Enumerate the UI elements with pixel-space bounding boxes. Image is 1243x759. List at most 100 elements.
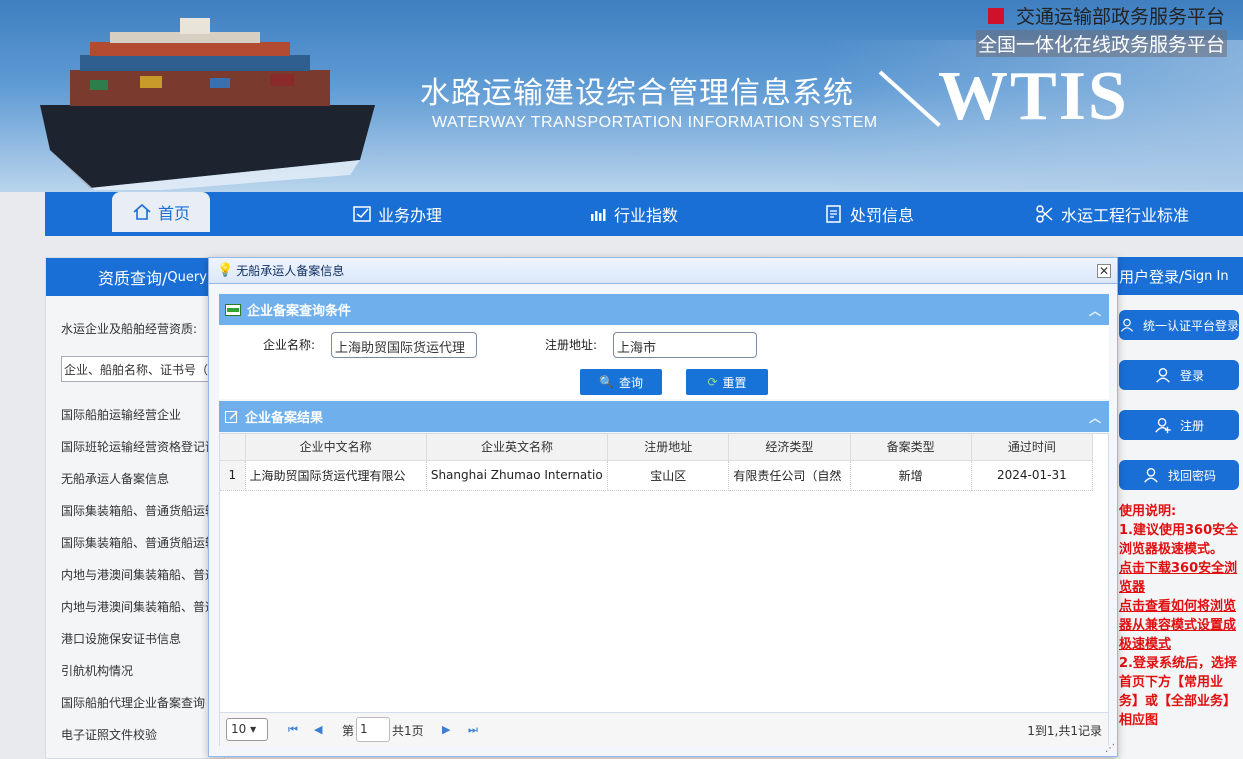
left-link-container-2[interactable]: 国际集装箱船、普通货船运输 — [61, 534, 217, 551]
company-cn-cell: 上海助贸国际货运代理有限公 — [245, 460, 427, 491]
nav-business-label: 业务办理 — [378, 206, 443, 225]
red-square-icon — [988, 7, 1004, 24]
left-link-ship-agency[interactable]: 国际船舶代理企业备案查询 — [61, 694, 205, 711]
approval-date-cell: 2024-01-31 — [971, 460, 1094, 491]
sign-in-panel: 用户登录/Sign In 统一认证平台登录 登录 注册 找回密码 使用说明: 1… — [1115, 257, 1243, 759]
edit-icon — [225, 410, 238, 423]
nav-standards-label: 水运工程行业标准 — [1061, 206, 1190, 225]
user-add-icon — [1155, 418, 1171, 434]
qualification-search-input[interactable]: 企业、船舶名称、证书号（ — [61, 356, 209, 382]
reset-button[interactable]: ⟳ 重置 — [686, 369, 768, 395]
register-label: 注册 — [1179, 418, 1204, 433]
collapse-icon[interactable]: ︿ — [1089, 302, 1101, 319]
nav-home[interactable]: 首页 — [112, 192, 211, 232]
result-grid-panel: 企业中文名称 企业英文名称 注册地址 经济类型 备案类型 通过时间 1 上海助贸… — [219, 433, 1109, 746]
prev-page-icon[interactable]: ◀ — [314, 723, 322, 736]
result-section-header: 企业备案结果 ︿ — [219, 401, 1109, 432]
document-icon — [826, 205, 841, 223]
column-header[interactable]: 通过时间 — [971, 434, 1094, 461]
last-page-icon[interactable]: ⏭ — [468, 723, 478, 737]
address-label: 注册地址: — [545, 338, 598, 352]
page-number-input[interactable]: 1 — [356, 717, 390, 742]
lightbulb-icon: 💡 — [217, 263, 234, 278]
pagination-bar: 10 ▾ ⏮ ◀ 第 1 共1页 ▶ ⏭ 1到1,共1记录 — [220, 712, 1108, 746]
search-button[interactable]: 🔍 查询 — [580, 369, 662, 395]
login-button[interactable]: 登录 — [1119, 360, 1239, 390]
nav-index-label: 行业指数 — [614, 206, 679, 225]
company-name-input[interactable]: 上海助贸国际货运代理 — [331, 332, 477, 358]
system-subtitle: WATERWAY TRANSPORTATION INFORMATION SYST… — [432, 114, 878, 131]
column-header[interactable]: 企业中文名称 — [245, 434, 427, 461]
query-header-en: Query — [167, 269, 207, 285]
left-link-pilotage[interactable]: 引航机构情况 — [61, 662, 133, 679]
download-360-link[interactable]: 点击下载360安全浏览器 — [1119, 559, 1241, 597]
search-icon: 🔍 — [599, 375, 614, 389]
national-platform-link[interactable]: 全国一体化在线政务服务平台 — [976, 30, 1228, 57]
left-link-hkmo-1[interactable]: 内地与港澳间集装箱船、普通 — [61, 566, 217, 583]
register-button[interactable]: 注册 — [1119, 410, 1239, 440]
table-row[interactable]: 1 上海助贸国际货运代理有限公 Shanghai Zhumao Internat… — [220, 460, 1094, 491]
left-link-liner[interactable]: 国际班轮运输经营资格登记证 — [61, 438, 217, 455]
record-type-cell: 新增 — [850, 460, 972, 491]
rownum-header — [220, 434, 246, 461]
collapse-icon[interactable]: ︿ — [1089, 409, 1101, 426]
left-link-nvocc[interactable]: 无船承运人备案信息 — [61, 470, 169, 487]
query-section-header: 企业备案查询条件 ︿ — [219, 294, 1109, 325]
company-en-cell: Shanghai Zhumao Internatio — [426, 460, 609, 491]
result-section-title: 企业备案结果 — [245, 411, 324, 426]
nav-penalty-label: 处罚信息 — [850, 206, 915, 225]
query-section-title: 企业备案查询条件 — [247, 304, 352, 319]
left-link-port-security[interactable]: 港口设施保安证书信息 — [61, 630, 181, 647]
dialog-title: 无船承运人备案信息 — [236, 264, 345, 278]
gov-platform-link[interactable]: 交通运输部政务服务平台 — [988, 2, 1225, 29]
nav-penalty[interactable]: 处罚信息 — [824, 192, 914, 236]
nav-business[interactable]: 业务办理 — [352, 192, 442, 236]
main-nav: 首页 业务办理 行业指数 处罚信息 水运工程行业标准 — [45, 192, 1243, 236]
nav-standards[interactable]: 水运工程行业标准 — [1035, 192, 1189, 236]
recover-password-button[interactable]: 找回密码 — [1119, 460, 1239, 490]
nav-index[interactable]: 行业指数 — [588, 192, 678, 236]
query-panel-header: 资质查询/Query — [46, 258, 224, 296]
scissors-icon — [1036, 205, 1053, 223]
first-page-icon[interactable]: ⏮ — [288, 723, 298, 737]
nav-home-label: 首页 — [158, 204, 191, 223]
left-link-container-1[interactable]: 国际集装箱船、普通货船运输 — [61, 502, 217, 519]
usage-note-login: 2.登录系统后，选择首页下方【常用业务】或【全部业务】相应图 — [1119, 656, 1237, 728]
home-icon — [133, 203, 151, 220]
qualification-query-panel: 资质查询/Query 水运企业及船舶经营资质: 企业、船舶名称、证书号（ 国际船… — [45, 257, 225, 759]
user-icon — [1120, 318, 1134, 332]
gov-platform-label: 交通运输部政务服务平台 — [1016, 6, 1226, 28]
left-link-hkmo-2[interactable]: 内地与港澳间集装箱船、普通 — [61, 598, 217, 615]
dialog-title-bar: 💡 无船承运人备案信息 — [209, 258, 1117, 284]
page-size-select[interactable]: 10 ▾ — [226, 718, 268, 741]
login-label: 登录 — [1179, 368, 1204, 383]
sign-in-header-cn: 用户登录/ — [1119, 267, 1185, 286]
header-banner: 水路运输建设综合管理信息系统 WATERWAY TRANSPORTATION I… — [0, 0, 1243, 192]
user-icon — [1144, 468, 1158, 483]
address-cell: 宝山区 — [607, 460, 730, 491]
usage-notes-title: 使用说明: — [1119, 504, 1177, 519]
bar-chart-icon — [591, 209, 606, 221]
column-header[interactable]: 注册地址 — [607, 434, 730, 461]
column-header[interactable]: 企业英文名称 — [426, 434, 609, 461]
left-link-intl-shipping[interactable]: 国际船舶运输经营企业 — [61, 406, 181, 423]
usage-notes: 使用说明: 1.建议使用360安全浏览器极速模式。 点击下载360安全浏览器 点… — [1119, 502, 1241, 730]
table-header-row: 企业中文名称 企业英文名称 注册地址 经济类型 备案类型 通过时间 — [220, 434, 1094, 461]
panel-icon — [225, 303, 241, 316]
column-header[interactable]: 备案类型 — [850, 434, 972, 461]
sign-in-header: 用户登录/Sign In — [1115, 257, 1243, 295]
resize-handle-icon[interactable]: ⋰ — [1105, 743, 1115, 754]
company-name-label: 企业名称: — [263, 338, 316, 352]
close-icon[interactable]: ✕ — [1097, 264, 1111, 278]
column-header[interactable]: 经济类型 — [728, 434, 851, 461]
speed-mode-help-link[interactable]: 点击查看如何将浏览器从兼容模式设置成极速模式 — [1119, 597, 1241, 654]
next-page-icon[interactable]: ▶ — [442, 723, 450, 736]
refresh-icon: ⟳ — [707, 375, 718, 389]
address-input[interactable]: 上海市 — [613, 332, 757, 358]
left-link-e-license[interactable]: 电子证照文件校验 — [61, 726, 157, 743]
nvocc-record-dialog: 💡 无船承运人备案信息 ✕ 企业备案查询条件 ︿ 企业名称: 上海助贸国际货运代… — [208, 257, 1118, 757]
unified-auth-login-label: 统一认证平台登录 — [1142, 318, 1239, 333]
search-button-label: 查询 — [618, 375, 643, 390]
cargo-ship-image — [40, 18, 375, 190]
unified-auth-login-button[interactable]: 统一认证平台登录 — [1119, 310, 1239, 340]
